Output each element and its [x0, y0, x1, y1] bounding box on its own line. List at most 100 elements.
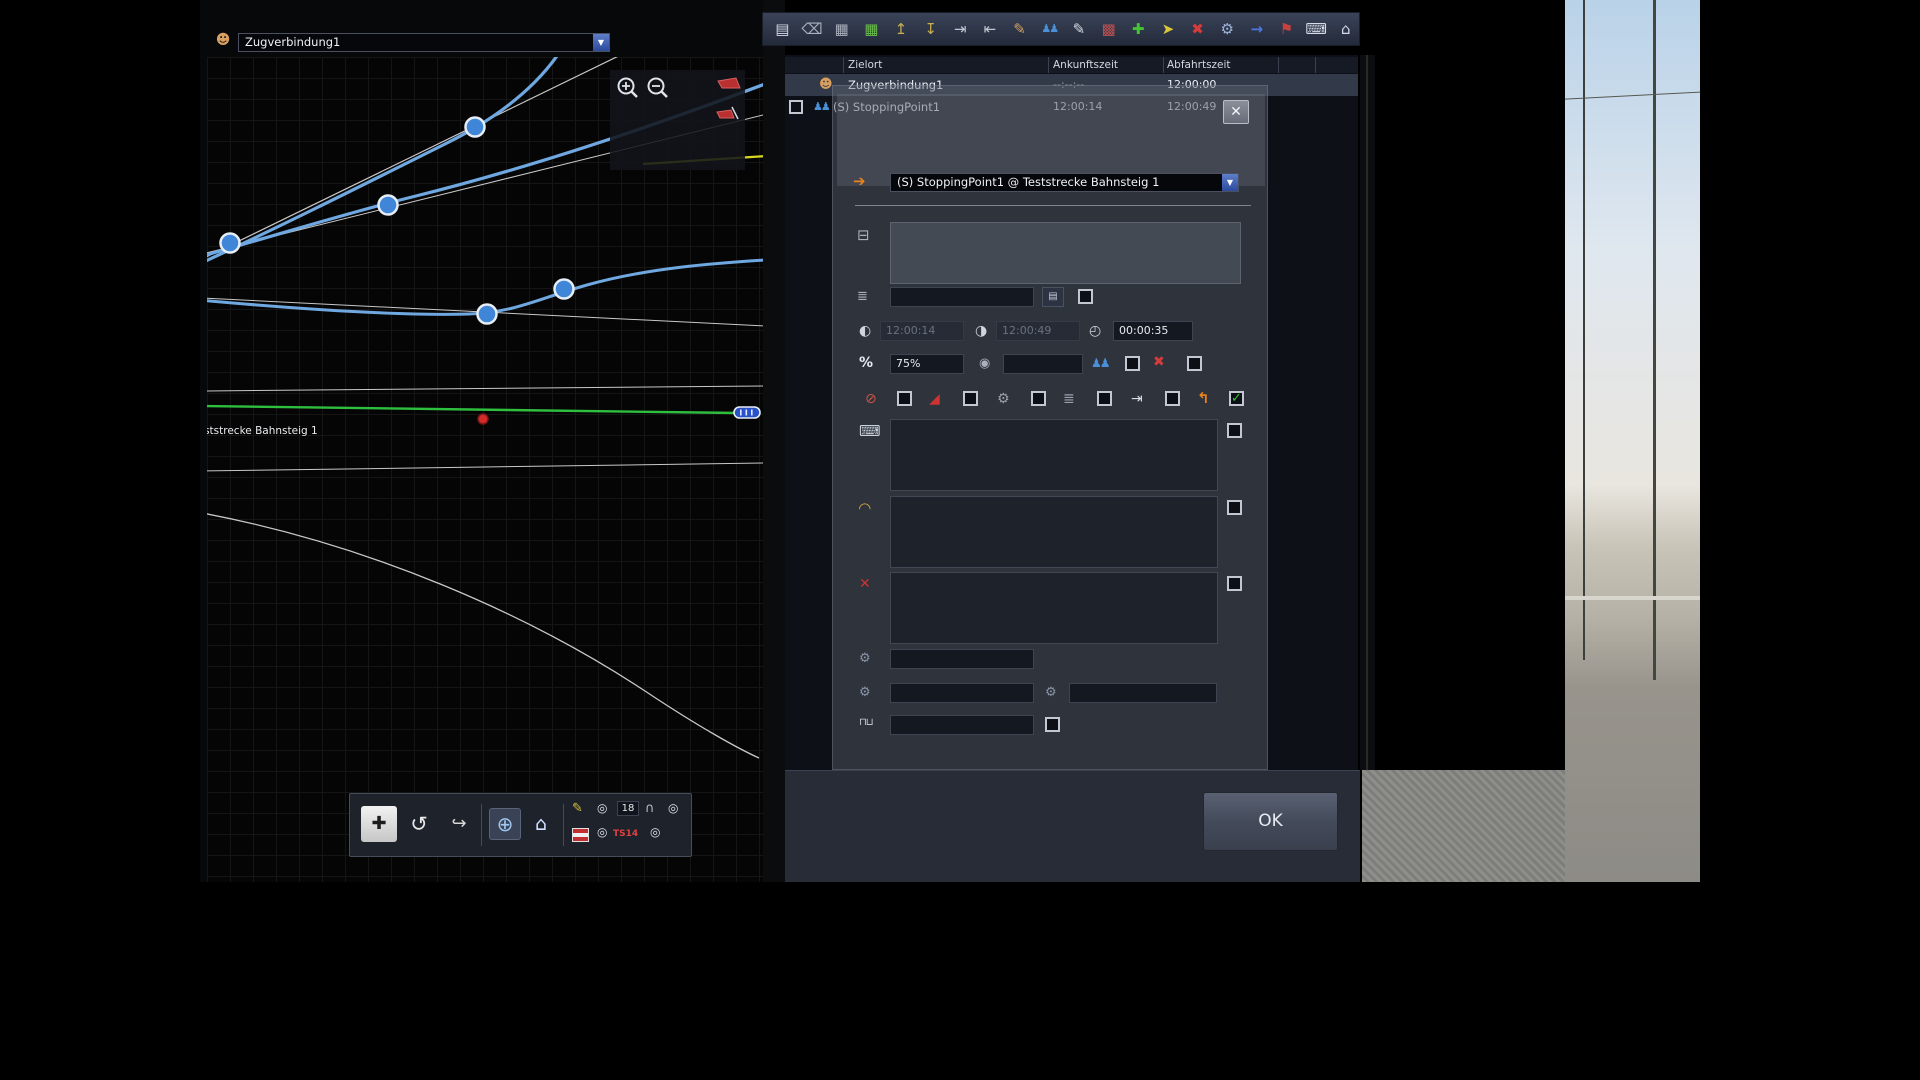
split-left-button[interactable]: ⇤ [977, 16, 1004, 42]
brush-button[interactable]: ✎ [1006, 16, 1033, 42]
split-right-button[interactable]: ⇥ [947, 16, 974, 42]
train-connection-select[interactable]: Zugverbindung1 ▼ [238, 33, 610, 52]
control-point[interactable] [555, 280, 574, 299]
machine-checkbox[interactable] [1031, 391, 1046, 406]
cancel-icon: ✖ [1153, 355, 1165, 369]
speed-limit-field[interactable] [1003, 354, 1083, 374]
signal-setting-input-1[interactable] [890, 649, 1034, 669]
speed-curve-steep[interactable] [207, 57, 563, 264]
reset-view-button[interactable]: ↺ [401, 806, 437, 842]
stop-duration-field[interactable]: 00:00:35 [1113, 321, 1193, 341]
enter-stop-button[interactable]: → [1244, 16, 1271, 42]
globe-view-button[interactable]: ⊕ [489, 808, 521, 840]
station-button[interactable]: ⌂ [1332, 16, 1359, 42]
timetable-settings-button[interactable]: ⚙ [1214, 16, 1241, 42]
save-button[interactable]: ▤ [769, 16, 796, 42]
keyboard-commands-box[interactable] [890, 419, 1218, 491]
no-stop-icon: ⊘ [865, 392, 877, 406]
track-icon: ≣ [857, 290, 868, 303]
move-icon: ✚ [371, 813, 386, 834]
skip-end-checkbox[interactable] [1165, 391, 1180, 406]
indicator-radio-icon[interactable]: ◎ [597, 802, 607, 814]
announcement-checkbox[interactable] [1045, 717, 1060, 732]
restrictions-box[interactable] [890, 572, 1218, 644]
grid-button[interactable]: ▦ [828, 16, 855, 42]
cancel-checkbox[interactable] [1187, 356, 1202, 371]
transform-button[interactable]: ↪ [441, 806, 477, 842]
column-divider[interactable] [1163, 57, 1164, 73]
platform-actions-box[interactable] [890, 496, 1218, 568]
passengers-button[interactable]: ♟♟ [1036, 16, 1063, 42]
scene-strip-right [1565, 0, 1700, 882]
announcement-input[interactable] [890, 715, 1034, 735]
column-divider[interactable] [1315, 57, 1316, 73]
control-point[interactable] [478, 305, 497, 324]
catenary-wire [1565, 91, 1700, 100]
graph-toolbar: ✚ ↺ ↪ ⊕ ⌂ ✎ ◎ 18 ∩ ◎ ◎ TS14 ◎ [349, 793, 692, 857]
signal-setting-input-2[interactable] [890, 683, 1034, 703]
mid-gap [763, 0, 785, 882]
platform-track-line [207, 406, 739, 413]
catenary-mast-icon [1583, 0, 1585, 660]
keyboard-checkbox[interactable] [1227, 423, 1242, 438]
remove-connection-button[interactable]: ✖ [1184, 16, 1211, 42]
chevron-down-icon[interactable]: ▼ [1222, 174, 1238, 191]
passengers-checkbox[interactable] [1125, 356, 1140, 371]
column-zielort: Zielort [848, 59, 882, 71]
ok-button[interactable]: OK [1203, 792, 1338, 851]
add-connection-button[interactable]: ✚ [1125, 16, 1152, 42]
column-divider[interactable] [1048, 57, 1049, 73]
flag-button[interactable]: ⚑ [1273, 16, 1300, 42]
matrix-button[interactable]: ▩ [1095, 16, 1122, 42]
speed-profile-graph[interactable]: Teststrecke Bahnsteig 1 [207, 57, 763, 882]
train-marker[interactable] [734, 407, 760, 418]
export-up-button[interactable]: ↥ [888, 16, 915, 42]
pole-line [1366, 55, 1368, 770]
divider [481, 804, 482, 846]
column-divider[interactable] [843, 57, 844, 73]
restrictions-checkbox[interactable] [1227, 576, 1242, 591]
no-stop-checkbox[interactable] [897, 391, 912, 406]
percent-symbol: % [859, 356, 873, 370]
keyboard-button[interactable]: ⌨ [1303, 16, 1330, 42]
control-point[interactable] [379, 196, 398, 215]
column-divider[interactable] [1278, 57, 1279, 73]
consist-box[interactable] [890, 222, 1241, 284]
platform-actions-checkbox[interactable] [1227, 500, 1242, 515]
skip-end-icon: ⇥ [1131, 392, 1143, 406]
turnaround-icon: ↰ [1197, 391, 1210, 406]
load-percent-field[interactable]: 75% [890, 354, 964, 374]
control-point[interactable] [466, 118, 485, 137]
grid-active-button[interactable]: ▦ [858, 16, 885, 42]
home-view-button[interactable]: ⌂ [525, 808, 557, 840]
document-icon: ▤ [1048, 291, 1057, 302]
grid-size-value[interactable]: 18 [617, 801, 639, 816]
indicator-radio-icon[interactable]: ◎ [668, 802, 678, 814]
machine-icon: ⚙ [997, 392, 1010, 406]
signal-setting-input-3[interactable] [1069, 683, 1217, 703]
ramp-checkbox[interactable] [963, 391, 978, 406]
chevron-down-icon[interactable]: ▼ [593, 34, 609, 51]
turnaround-checkbox[interactable]: ✓ [1229, 391, 1244, 406]
import-down-button[interactable]: ↧ [917, 16, 944, 42]
indicator-radio-icon[interactable]: ◎ [650, 826, 660, 838]
magnet-icon: ∩ [645, 802, 655, 815]
edit-person-button[interactable]: ✎ [1066, 16, 1093, 42]
indicator-radio-icon[interactable]: ◎ [597, 826, 607, 838]
platform-input[interactable] [890, 287, 1034, 307]
platform-checkbox[interactable] [1078, 289, 1093, 304]
row-checkbox[interactable] [789, 100, 803, 114]
stack-checkbox[interactable] [1097, 391, 1112, 406]
stop-marker-dot[interactable] [478, 414, 488, 424]
divider [563, 804, 564, 846]
stop-location-select[interactable]: (S) StoppingPoint1 @ Teststrecke Bahnste… [890, 173, 1239, 192]
control-point[interactable] [221, 234, 240, 253]
close-button[interactable]: ✕ [1223, 100, 1249, 124]
graph-zoom-inset [610, 70, 745, 170]
departure-time-field: 12:00:49 [996, 321, 1080, 341]
delete-button[interactable]: ⌫ [799, 16, 826, 42]
departure-time-icon: ◑ [975, 324, 987, 338]
pick-document-button[interactable]: ▤ [1042, 287, 1064, 307]
insert-connection-button[interactable]: ➤ [1155, 16, 1182, 42]
pan-button[interactable]: ✚ [361, 806, 397, 842]
